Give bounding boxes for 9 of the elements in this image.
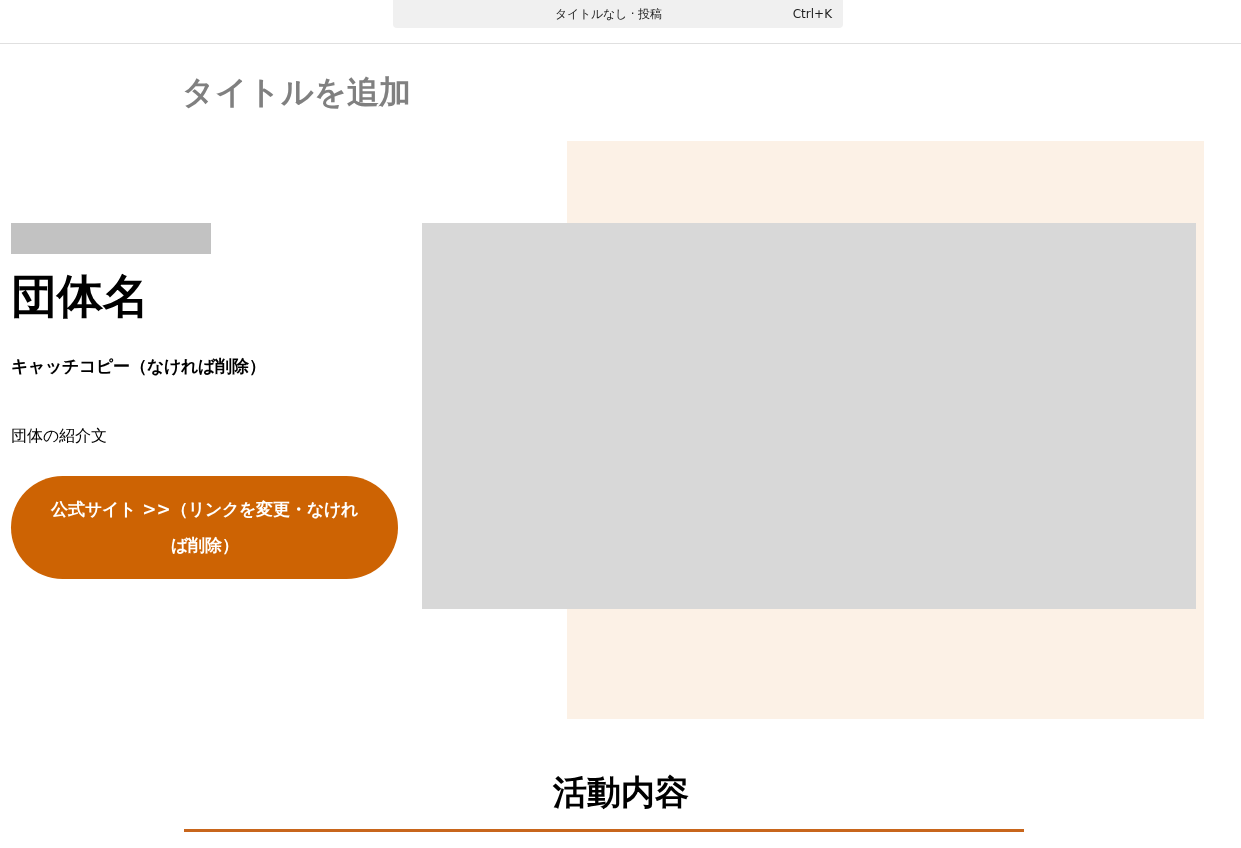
command-bar[interactable]: タイトルなし · 投稿 Ctrl+K <box>393 0 843 28</box>
section-heading: 活動内容 <box>553 771 689 814</box>
organization-name: 団体名 <box>11 268 150 325</box>
title-field[interactable]: タイトルを追加 <box>182 68 682 116</box>
intro-text: 団体の紹介文 <box>11 424 108 447</box>
document-title: タイトルなし · 投稿 <box>555 6 663 23</box>
catch-copy: キャッチコピー（なければ削除） <box>11 355 267 378</box>
shortcut-hint: Ctrl+K <box>792 6 832 23</box>
official-site-button[interactable]: 公式サイト >>（リンクを変更・なければ削除） <box>11 475 398 579</box>
